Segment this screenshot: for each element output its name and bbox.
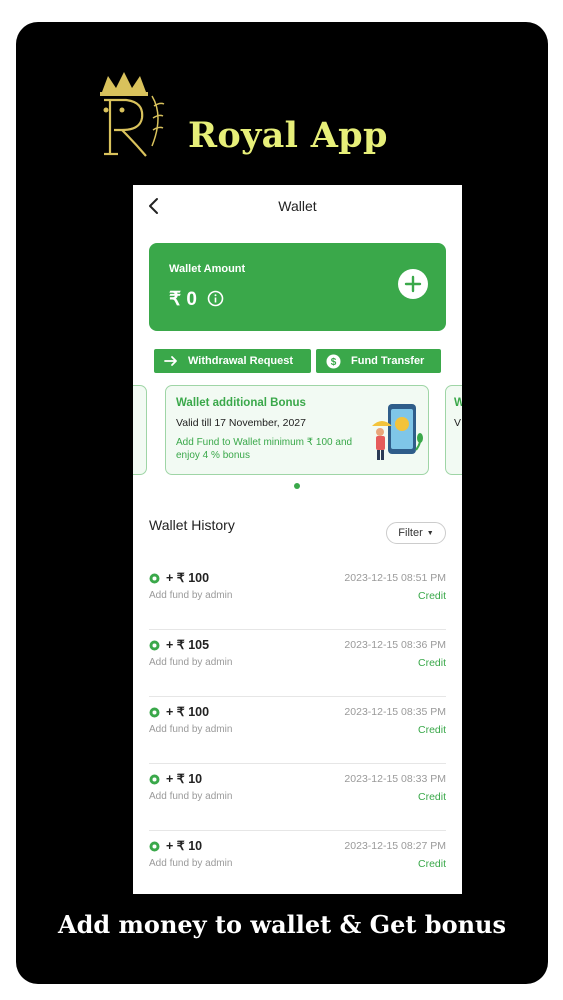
promo-tagline: Add money to wallet & Get bonus (58, 910, 506, 939)
history-subtitle: Add fund by admin (149, 791, 233, 802)
status-dot-icon (149, 573, 160, 584)
history-type: Credit (417, 791, 446, 803)
arrow-right-icon (164, 356, 177, 366)
history-datetime: 2023-12-15 08:27 PM (344, 840, 446, 852)
carousel-indicator-dot[interactable] (294, 483, 300, 489)
history-type: Credit (417, 590, 446, 602)
wallet-amount-card: Wallet Amount ₹ 0 (149, 243, 446, 331)
filter-button[interactable]: Filter ▼ (386, 522, 446, 544)
info-icon[interactable] (207, 290, 224, 307)
status-dot-icon (149, 774, 160, 785)
history-row[interactable]: + ₹ 100 Add fund by admin 2023-12-15 08:51… (149, 563, 446, 630)
history-row[interactable]: + ₹ 100 Add fund by admin 2023-12-15 08:35… (149, 697, 446, 764)
bonus-illustration-icon (372, 404, 423, 460)
history-amount: + ₹ 100 (166, 705, 210, 719)
bonus-card-next[interactable]: W V (445, 385, 462, 475)
chevron-down-icon: ▼ (426, 529, 434, 537)
next-bonus-title-fragment: W (454, 397, 462, 409)
history-datetime: 2023-12-15 08:35 PM (344, 706, 446, 718)
add-money-button[interactable] (398, 269, 428, 299)
history-amount: + ₹ 105 (166, 638, 210, 652)
fund-transfer-button[interactable]: $ Fund Transfer (316, 349, 441, 373)
status-dot-icon (149, 841, 160, 852)
page-title: Wallet (278, 198, 317, 214)
wallet-history-title: Wallet History (149, 517, 235, 533)
history-subtitle: Add fund by admin (149, 590, 233, 601)
history-row[interactable]: + ₹ 10 Add fund by admin 2023-12-15 08:27 … (149, 831, 446, 894)
next-bonus-valid-fragment: V (454, 417, 462, 429)
phone-screen: Wallet Wallet Amount ₹ 0 Withdrawal Requ… (133, 185, 462, 894)
history-row[interactable]: + ₹ 105 Add fund by admin 2023-12-15 08:36… (149, 630, 446, 697)
bonus-card[interactable]: Wallet additional Bonus Valid till 17 No… (165, 385, 429, 475)
brand-name: Royal App (188, 115, 388, 156)
bonus-card-previous[interactable] (133, 385, 147, 475)
history-datetime: 2023-12-15 08:51 PM (344, 572, 446, 584)
history-amount: + ₹ 10 (166, 772, 203, 786)
history-row[interactable]: + ₹ 10 Add fund by admin 2023-12-15 08:33 … (149, 764, 446, 831)
history-type: Credit (417, 724, 446, 736)
dollar-circle-icon: $ (326, 354, 341, 368)
history-subtitle: Add fund by admin (149, 724, 233, 735)
bonus-description: Add Fund to Wallet minimum ₹ 100 and enj… (176, 437, 353, 461)
fund-transfer-label: Fund Transfer (351, 355, 425, 367)
history-datetime: 2023-12-15 08:33 PM (344, 773, 446, 785)
withdrawal-request-label: Withdrawal Request (188, 355, 294, 367)
history-subtitle: Add fund by admin (149, 858, 233, 869)
history-amount: + ₹ 10 (166, 839, 203, 853)
history-datetime: 2023-12-15 08:36 PM (344, 639, 446, 651)
history-subtitle: Add fund by admin (149, 657, 233, 668)
wallet-amount-label: Wallet Amount (169, 263, 246, 275)
filter-label: Filter (398, 527, 423, 539)
status-dot-icon (149, 707, 160, 718)
history-amount: + ₹ 100 (166, 571, 210, 585)
top-bar: Wallet (133, 185, 462, 229)
history-type: Credit (417, 657, 446, 669)
promo-frame: Royal App Wallet Wallet Amount ₹ 0 Withd… (16, 22, 548, 984)
history-type: Credit (417, 858, 446, 870)
svg-text:$: $ (331, 357, 337, 368)
bonus-title: Wallet additional Bonus (176, 397, 306, 409)
withdrawal-request-button[interactable]: Withdrawal Request (154, 349, 311, 373)
bonus-validity: Valid till 17 November, 2027 (176, 417, 306, 429)
wallet-amount-value: ₹ 0 (169, 289, 197, 310)
royal-logo-icon (100, 72, 165, 157)
status-dot-icon (149, 640, 160, 651)
plus-icon (404, 275, 422, 293)
